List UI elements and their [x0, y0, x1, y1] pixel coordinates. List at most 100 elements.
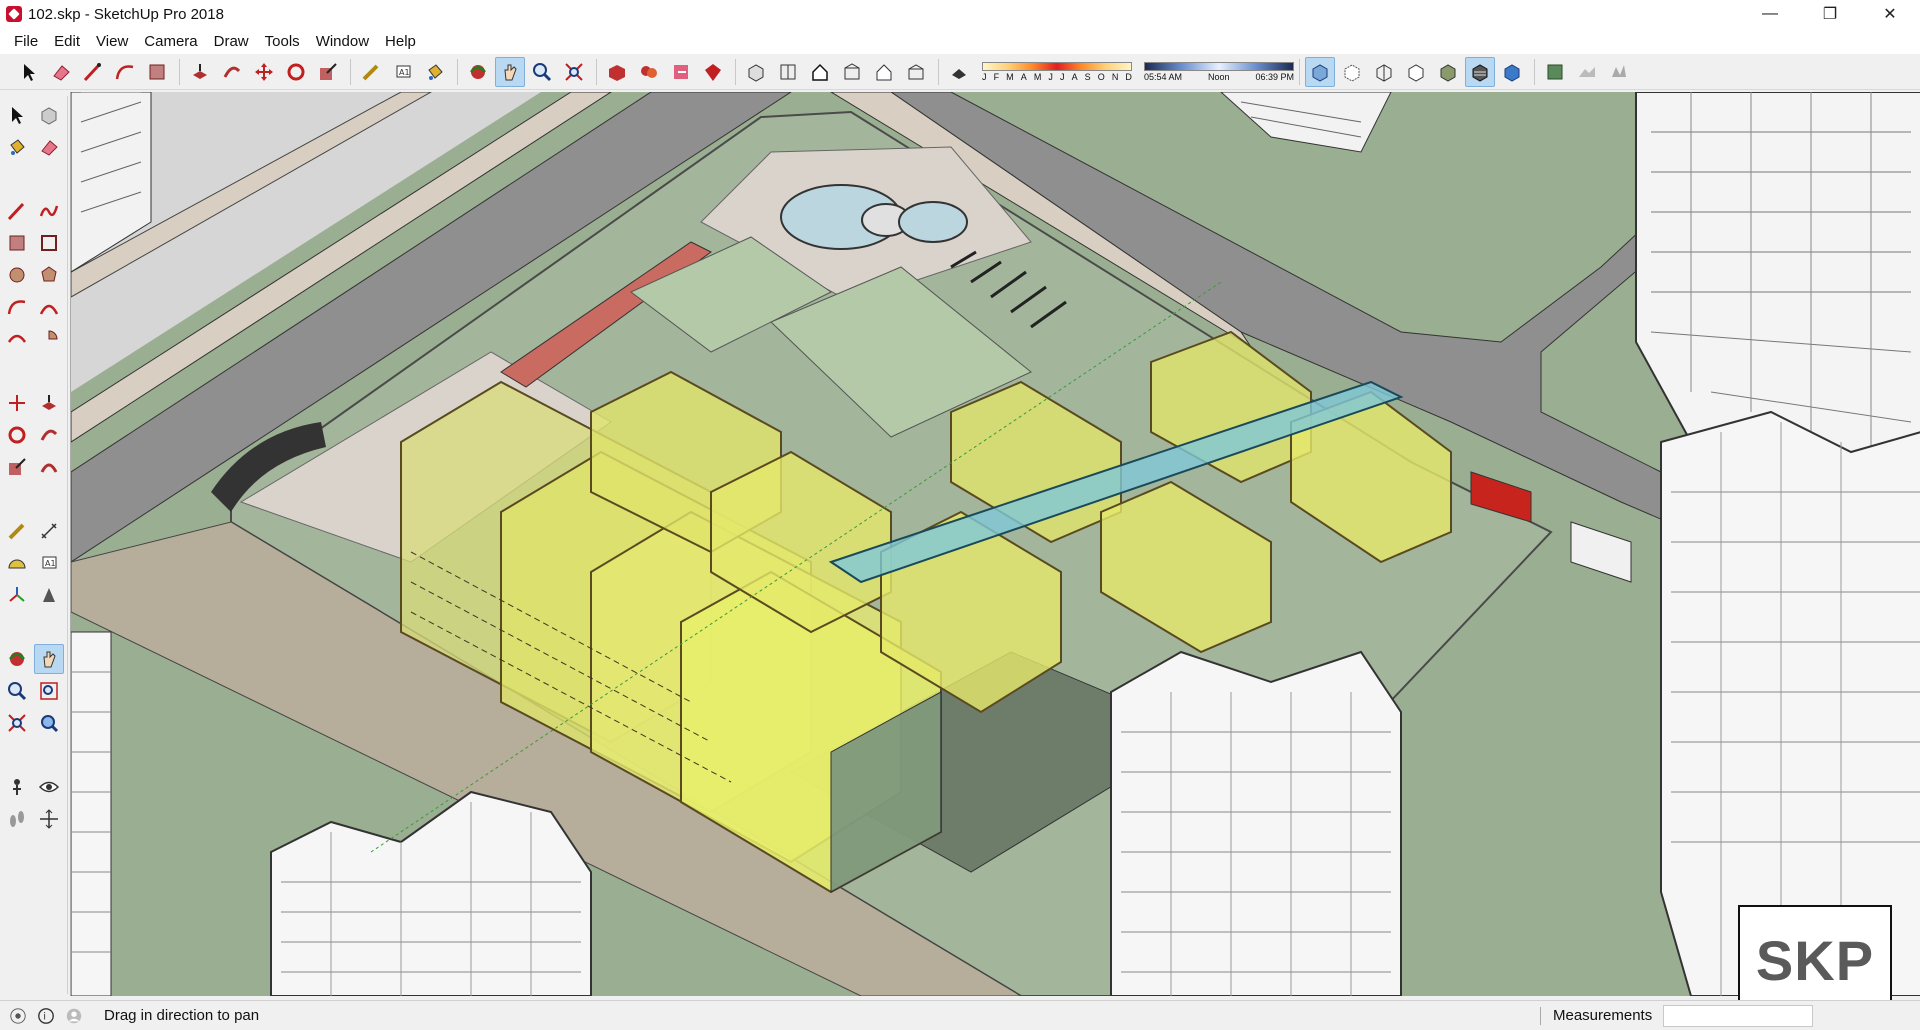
- line-icon[interactable]: [2, 196, 32, 226]
- move-icon[interactable]: [249, 57, 279, 87]
- extension-warehouse-icon[interactable]: [634, 57, 664, 87]
- push-pull-icon[interactable]: [34, 388, 64, 418]
- pan-icon[interactable]: [34, 644, 64, 674]
- month-label: A: [1071, 71, 1078, 82]
- view-iso-icon[interactable]: [741, 57, 771, 87]
- text-icon[interactable]: A1: [34, 548, 64, 578]
- shadow-month-strip[interactable]: [982, 61, 1132, 71]
- position-camera-icon[interactable]: [2, 772, 32, 802]
- previous-view-icon[interactable]: [34, 708, 64, 738]
- orbit-icon[interactable]: [463, 57, 493, 87]
- three-point-arc-icon[interactable]: [2, 324, 32, 354]
- make-component-icon[interactable]: [34, 100, 64, 130]
- rotated-rectangle-icon[interactable]: [34, 228, 64, 258]
- menu-file[interactable]: File: [6, 33, 46, 50]
- 3d-text-icon[interactable]: [34, 580, 64, 610]
- view-left-icon[interactable]: [901, 57, 931, 87]
- shadow-month-slider[interactable]: J F M A M J J A S O N D: [982, 61, 1132, 82]
- photo-textures-icon[interactable]: [1604, 57, 1634, 87]
- 3d-warehouse-icon[interactable]: [602, 57, 632, 87]
- credits-icon[interactable]: i: [36, 1006, 56, 1026]
- restore-button[interactable]: ❐: [1800, 0, 1860, 28]
- scale-icon[interactable]: [313, 57, 343, 87]
- menu-camera[interactable]: Camera: [136, 33, 205, 50]
- close-button[interactable]: ✕: [1860, 0, 1920, 28]
- protractor-icon[interactable]: [2, 548, 32, 578]
- view-right-icon[interactable]: [837, 57, 867, 87]
- view-back-icon[interactable]: [869, 57, 899, 87]
- extension-manager-icon[interactable]: [698, 57, 728, 87]
- two-point-arc-icon[interactable]: [34, 292, 64, 322]
- look-around-icon[interactable]: [34, 772, 64, 802]
- status-message: Drag in direction to pan: [104, 1007, 260, 1024]
- arc-icon[interactable]: [110, 57, 140, 87]
- push-pull-icon[interactable]: [185, 57, 215, 87]
- xray-icon[interactable]: [1305, 56, 1335, 87]
- view-top-icon[interactable]: [773, 57, 803, 87]
- dimension-icon[interactable]: [34, 516, 64, 546]
- eraser-icon[interactable]: [46, 57, 76, 87]
- zoom-extents-icon[interactable]: [559, 57, 589, 87]
- orbit-icon[interactable]: [2, 644, 32, 674]
- select-icon[interactable]: [14, 57, 44, 87]
- zoom-icon[interactable]: [527, 57, 557, 87]
- minimize-button[interactable]: —: [1740, 0, 1800, 28]
- model-scene[interactable]: [71, 92, 1920, 996]
- freehand-icon[interactable]: [34, 196, 64, 226]
- menu-view[interactable]: View: [88, 33, 136, 50]
- toggle-terrain-icon[interactable]: [1572, 57, 1602, 87]
- user-account-icon[interactable]: [64, 1006, 84, 1026]
- view-front-icon[interactable]: [805, 57, 835, 87]
- line-icon[interactable]: [78, 57, 108, 87]
- send-to-layout-icon[interactable]: [666, 57, 696, 87]
- zoom-window-icon[interactable]: [34, 676, 64, 706]
- shadows-toggle-icon[interactable]: [944, 57, 974, 87]
- monochrome-icon[interactable]: [1497, 57, 1527, 87]
- add-location-icon[interactable]: [1540, 57, 1570, 87]
- tape-measure-icon[interactable]: [356, 57, 386, 87]
- measurements-input[interactable]: [1663, 1005, 1813, 1027]
- axes-icon[interactable]: [2, 580, 32, 610]
- zoom-icon[interactable]: [2, 676, 32, 706]
- shaded-icon[interactable]: [1433, 57, 1463, 87]
- model-viewport[interactable]: [70, 92, 1920, 996]
- pan-icon[interactable]: [495, 56, 525, 87]
- rotate-icon[interactable]: [2, 420, 32, 450]
- section-plane-icon[interactable]: [34, 804, 64, 834]
- follow-me-icon[interactable]: [217, 57, 247, 87]
- move-icon[interactable]: [2, 388, 32, 418]
- eraser-icon[interactable]: [34, 132, 64, 162]
- scale-icon[interactable]: [2, 452, 32, 482]
- geo-location-icon[interactable]: [8, 1006, 28, 1026]
- arc-icon[interactable]: [2, 292, 32, 322]
- status-divider: [1540, 1007, 1541, 1025]
- zoom-extents-icon[interactable]: [2, 708, 32, 738]
- hidden-line-icon[interactable]: [1401, 57, 1431, 87]
- rectangle-icon[interactable]: [2, 228, 32, 258]
- follow-me-icon[interactable]: [34, 420, 64, 450]
- rotate-icon[interactable]: [281, 57, 311, 87]
- polygon-icon[interactable]: [34, 260, 64, 290]
- tape-measure-icon[interactable]: [2, 516, 32, 546]
- svg-text:A1: A1: [399, 68, 410, 77]
- circle-icon[interactable]: [2, 260, 32, 290]
- menu-help[interactable]: Help: [377, 33, 424, 50]
- select-icon[interactable]: [2, 100, 32, 130]
- shadow-time-slider[interactable]: 05:54 AM Noon 06:39 PM: [1144, 61, 1294, 82]
- menu-draw[interactable]: Draw: [206, 33, 257, 50]
- shadow-time-strip[interactable]: [1144, 61, 1294, 71]
- menu-tools[interactable]: Tools: [257, 33, 308, 50]
- offset-icon[interactable]: [34, 452, 64, 482]
- walk-icon[interactable]: [2, 804, 32, 834]
- month-label: N: [1111, 71, 1119, 82]
- text-icon[interactable]: A1: [388, 57, 418, 87]
- shaded-textures-icon[interactable]: [1465, 56, 1495, 87]
- paint-bucket-icon[interactable]: [2, 132, 32, 162]
- paint-bucket-icon[interactable]: [420, 57, 450, 87]
- menu-edit[interactable]: Edit: [46, 33, 88, 50]
- rectangle-icon[interactable]: [142, 57, 172, 87]
- wireframe-icon[interactable]: [1369, 57, 1399, 87]
- back-edges-icon[interactable]: [1337, 57, 1367, 87]
- pie-icon[interactable]: [34, 324, 64, 354]
- menu-window[interactable]: Window: [308, 33, 377, 50]
